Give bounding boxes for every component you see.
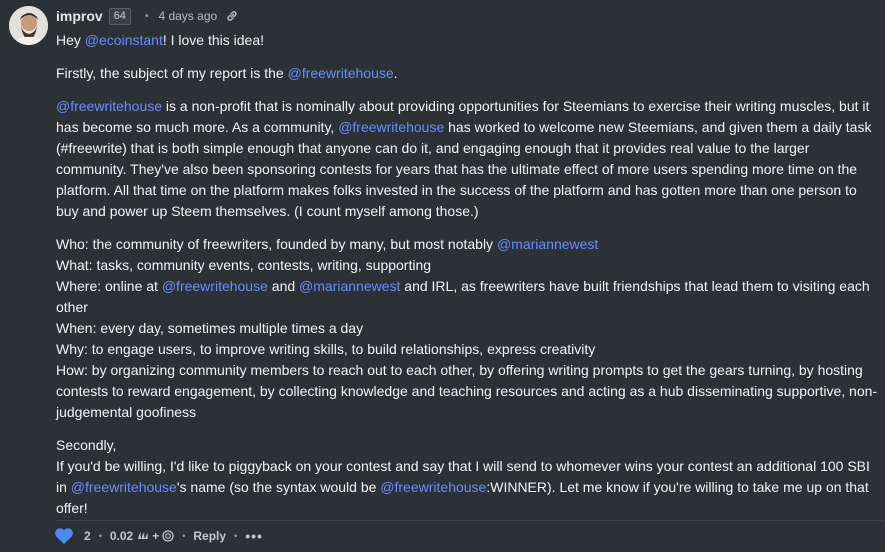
- text: 's name (so the syntax would be: [176, 479, 381, 495]
- paragraph-greeting: Hey @ecoinstant! I love this idea!: [56, 30, 878, 51]
- mention-link[interactable]: @mariannewest: [497, 236, 598, 252]
- timestamp[interactable]: 4 days ago: [158, 9, 217, 23]
- text: Who: the community of freewriters, found…: [56, 236, 497, 252]
- reputation-badge: 64: [108, 7, 131, 25]
- text: Secondly,: [56, 437, 117, 453]
- comment-body: Hey @ecoinstant! I love this idea! First…: [56, 30, 878, 531]
- avatar[interactable]: [9, 6, 48, 45]
- paragraph-offer: Secondly, If you'd be willing, I'd like t…: [56, 435, 878, 519]
- paragraph-subject: Firstly, the subject of my report is the…: [56, 63, 878, 84]
- comment-header: improv 64 • 4 days ago: [56, 6, 239, 26]
- mention-link[interactable]: @freewritehouse: [380, 479, 486, 495]
- footer-separator: •: [98, 531, 102, 541]
- mention-link[interactable]: @freewritehouse: [288, 65, 394, 81]
- avatar-photo-icon: [9, 6, 48, 45]
- more-options-button[interactable]: •••: [245, 528, 263, 544]
- text: Where: online at: [56, 278, 162, 294]
- reply-button[interactable]: Reply: [193, 529, 226, 543]
- mention-link[interactable]: @mariannewest: [299, 278, 400, 294]
- payout-value: 0.02: [109, 529, 134, 543]
- text: .: [393, 65, 398, 81]
- mention-link[interactable]: @freewritehouse: [56, 98, 162, 114]
- steem-power-icon: [162, 530, 174, 542]
- header-separator: •: [144, 10, 149, 22]
- divider: [56, 520, 885, 521]
- text: What: tasks, community events, contests,…: [56, 257, 432, 273]
- text: Hey: [56, 32, 85, 48]
- mention-link[interactable]: @freewritehouse: [162, 278, 268, 294]
- payout[interactable]: 0.02 +: [110, 529, 174, 543]
- author-name[interactable]: improv: [56, 8, 103, 24]
- footer-separator: •: [234, 531, 238, 541]
- permalink-icon[interactable]: [225, 9, 239, 23]
- heart-icon[interactable]: [54, 527, 74, 545]
- text: and: [267, 278, 300, 294]
- mention-link[interactable]: @ecoinstant: [85, 32, 163, 48]
- payout-plus: +: [152, 529, 160, 543]
- text: ! I love this idea!: [162, 32, 265, 48]
- steem-icon: [137, 530, 149, 542]
- footer-separator: •: [182, 531, 186, 541]
- text: When: every day, sometimes multiple time…: [56, 320, 364, 336]
- mention-link[interactable]: @freewritehouse: [338, 119, 444, 135]
- vote-count[interactable]: 2: [84, 529, 91, 543]
- paragraph-description: @freewritehouse is a non-profit that is …: [56, 96, 878, 222]
- mention-link[interactable]: @freewritehouse: [71, 479, 177, 495]
- comment-footer: 2 • 0.02 + • Reply • •••: [54, 526, 263, 546]
- text: Why: to engage users, to improve writing…: [56, 341, 596, 357]
- comment: improv 64 • 4 days ago Hey @ecoinstant! …: [0, 0, 885, 552]
- text: How: by organizing community members to …: [56, 362, 878, 420]
- paragraph-details: Who: the community of freewriters, found…: [56, 234, 878, 423]
- text: Firstly, the subject of my report is the: [56, 65, 288, 81]
